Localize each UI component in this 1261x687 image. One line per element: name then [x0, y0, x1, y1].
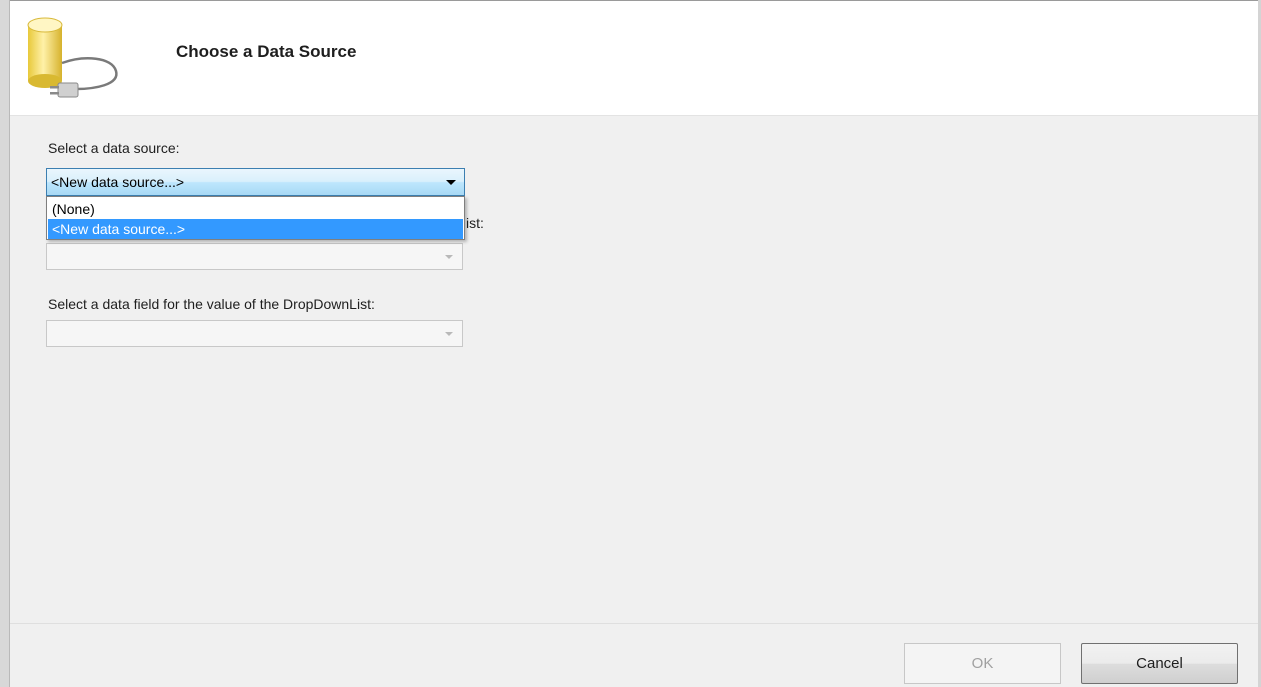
- database-plug-icon: [27, 17, 118, 98]
- chevron-down-icon[interactable]: [445, 255, 453, 259]
- data-source-combobox[interactable]: <New data source...>: [46, 168, 465, 196]
- value-field-label: Select a data field for the value of the…: [48, 296, 375, 312]
- data-source-label: Select a data source:: [48, 140, 180, 156]
- dropdown-option-new-data-source[interactable]: <New data source...>: [48, 219, 463, 239]
- value-field-combobox[interactable]: [46, 320, 463, 347]
- dropdown-option-none[interactable]: (None): [48, 199, 463, 219]
- display-field-label-partial: ist:: [466, 215, 484, 231]
- chevron-down-icon[interactable]: [445, 332, 453, 336]
- left-window-frame: [0, 0, 10, 687]
- chevron-down-icon[interactable]: [446, 180, 456, 185]
- cancel-button[interactable]: Cancel: [1081, 643, 1238, 684]
- dialog-title: Choose a Data Source: [176, 42, 357, 61]
- dialog-header: Choose a Data Source: [10, 0, 1258, 116]
- data-source-selected-value: <New data source...>: [51, 174, 185, 190]
- ok-button[interactable]: OK: [904, 643, 1061, 684]
- data-source-dropdown-list: (None) <New data source...>: [46, 196, 465, 240]
- display-field-combobox[interactable]: [46, 243, 463, 270]
- footer-separator: [10, 623, 1258, 624]
- dialog-window: Choose a Data Source Select a data sourc…: [0, 0, 1261, 687]
